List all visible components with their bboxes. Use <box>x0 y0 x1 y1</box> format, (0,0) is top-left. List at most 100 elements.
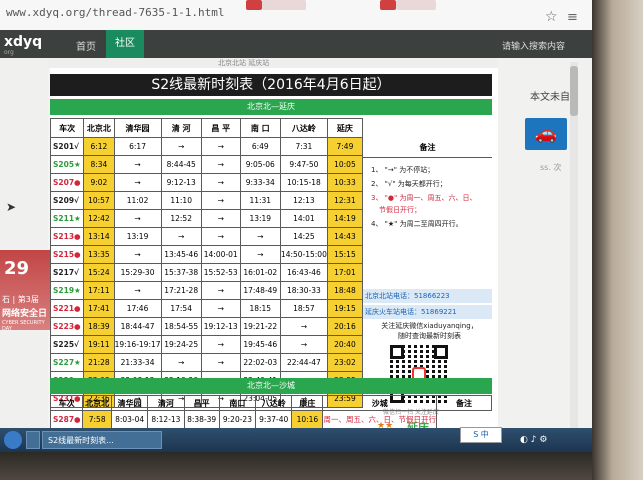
section-header-shacheng: 北京北—沙城 <box>50 378 492 394</box>
star-icon[interactable]: ☆ <box>545 9 558 25</box>
table-cell: 8:12-13 <box>147 410 185 429</box>
site-logo-sub: org <box>4 49 14 56</box>
table-cell: 9:37-40 <box>255 410 293 429</box>
site-nav: xdyq org 首页 社区 请输入搜索内容 <box>0 30 592 58</box>
wechat-line2: 随时查询最新时刻表 <box>398 332 461 340</box>
nav-item-community[interactable]: 社区 <box>106 30 144 58</box>
table-row: S209√ 10:57 11:02 11:10 → 11:31 12:13 12:31 <box>49 191 364 210</box>
table-cell: → <box>200 137 241 156</box>
scrollbar[interactable] <box>570 62 578 432</box>
column-header: 车次 <box>49 395 84 411</box>
tab-icon[interactable] <box>380 0 396 10</box>
table-cell: 17:21-28 <box>160 281 202 300</box>
menu-icon[interactable]: ≡ <box>567 10 578 25</box>
start-button[interactable] <box>4 431 22 449</box>
table-cell: → <box>113 245 162 264</box>
table-row: S207● 9:02 → 9:12-13 → 9:33-34 10:15-18 10:33 <box>49 173 364 192</box>
search-input[interactable]: 请输入搜索内容 <box>502 39 565 52</box>
site-logo[interactable]: xdyq <box>4 34 42 50</box>
scrollbar-thumb[interactable] <box>570 66 578 116</box>
column-header: 清华园 <box>110 395 149 411</box>
table-row: S287● 7:58 8:03-04 8:12-13 8:38-39 9:20-23 9:3… <box>49 410 492 429</box>
ad-line3: CYBER SECURITY DAY <box>2 320 45 332</box>
security-day-ad[interactable]: 29 石 | 第3届 网络安全日 CYBER SECURITY DAY <box>0 250 50 332</box>
table-cell: 12:42 <box>83 209 115 228</box>
table-cell: 10:57 <box>83 191 115 210</box>
monitor-bezel-right <box>592 0 643 480</box>
table-cell: 19:12-13 <box>200 317 241 336</box>
car-icon[interactable]: 🚗 <box>525 118 567 150</box>
table-row: S217√ 15:24 15:29-30 15:37-38 15:52-53 16:01-… <box>49 263 364 282</box>
tab[interactable] <box>396 0 436 10</box>
train-code: S209√ <box>49 191 85 210</box>
table-cell: → <box>239 245 281 264</box>
header-row: 车次 北京北 清华园 清河 昌平 南口 八达岭 康庄 沙城 备注 <box>49 395 493 411</box>
column-header: 清河 <box>147 395 185 411</box>
table-cell: 9:05-06 <box>239 155 281 174</box>
table-cell: 18:44-47 <box>113 317 162 336</box>
taskbar: S2线最新时刻表... ◐ ♪ ⚙ <box>0 428 592 452</box>
phone-yanqing: 延庆火车站电话：51869221 <box>363 305 492 319</box>
ad-line1: 石 | 第3届 <box>2 295 39 304</box>
notes-header: 备注 <box>363 139 492 158</box>
address-bar: www.xdyq.org/thread-7635-1-1.html ☆ ≡ <box>0 0 592 31</box>
wechat-line1: 关注延庆微信xiaduyanqing， <box>381 322 478 330</box>
table-cell: 13:19 <box>113 227 162 246</box>
train-code: S213● <box>49 227 85 246</box>
sidebar-small-text: ss. 次 <box>540 163 562 172</box>
table-row: S227★ 21:28 21:33-34 → → 22:02-03 22:44-47 23:0… <box>49 353 364 372</box>
tab-icon[interactable] <box>246 0 262 10</box>
timetable-image: S2线最新时刻表（2016年4月6日起） 北京北—延庆 车次 北京北 清华园清 河昌… <box>49 68 498 437</box>
table-cell: 22:02-03 <box>239 353 281 372</box>
url-text[interactable]: www.xdyq.org/thread-7635-1-1.html <box>6 6 225 19</box>
column-header: 昌平 <box>183 395 220 411</box>
taskbar-app-icon[interactable] <box>26 431 40 449</box>
table-cell: 10:33 <box>326 173 364 192</box>
train-code: S207● <box>49 173 85 192</box>
table-cell: 7:31 <box>279 137 328 156</box>
note-item: 1、 "→" 为不停站； <box>371 166 435 174</box>
table-cell: 11:31 <box>239 191 281 210</box>
taskbar-task-browser[interactable]: S2线最新时刻表... <box>42 431 162 449</box>
table-cell: 17:01 <box>326 263 364 282</box>
table-cell: 6:49 <box>239 137 281 156</box>
nav-item-home[interactable]: 首页 <box>76 38 96 53</box>
system-tray[interactable]: ◐ ♪ ⚙ <box>520 435 547 445</box>
table-cell: → <box>113 155 162 174</box>
table-cell: 9:12-13 <box>160 173 202 192</box>
table-cell: 19:21-22 <box>239 317 281 336</box>
table-cell: → <box>200 155 241 174</box>
table-cell: 17:11 <box>83 281 115 300</box>
table-cell: 18:48 <box>326 281 364 300</box>
train-code: S201√ <box>49 137 85 156</box>
table-cell: 23:02 <box>326 353 364 372</box>
table-cell: → <box>239 227 281 246</box>
table-cell: 19:24-25 <box>160 335 202 354</box>
table-cell: 18:39 <box>83 317 115 336</box>
table-cell: 17:48-49 <box>239 281 281 300</box>
train-code: S215● <box>49 245 85 264</box>
train-code: S205★ <box>49 155 85 174</box>
ime-badge[interactable]: S 中 <box>460 427 502 443</box>
table-cell: 18:54-55 <box>160 317 202 336</box>
table-cell: 11:02 <box>113 191 162 210</box>
table-cell: 16:01-02 <box>239 263 281 282</box>
table-cell: → <box>200 209 241 228</box>
table-cell: 14:50-15:00 <box>279 245 328 264</box>
note-item: 节假日开行； <box>379 206 421 214</box>
table-cell: → <box>200 173 241 192</box>
table-cell: 7:58 <box>82 410 112 429</box>
table-cell: 22:44-47 <box>279 353 328 372</box>
table-cell: 12:13 <box>279 191 328 210</box>
table-cell: → <box>200 227 241 246</box>
table-cell: 13:19 <box>239 209 281 228</box>
column-header: 延庆 <box>326 118 364 138</box>
column-header: 八达岭 <box>279 118 328 138</box>
note-item: 3、 "●" 为周一、周五、六、日、 <box>371 194 477 202</box>
table-cell: 21:28 <box>83 353 115 372</box>
tab[interactable] <box>262 0 306 10</box>
table-row: S213● 13:14 13:19 → → → 14:25 14:43 <box>49 227 364 246</box>
column-header: 北京北 <box>83 118 115 138</box>
phone-beijingbei: 北京北站电话：51866223 <box>363 289 492 303</box>
timetable-yanqing: 车次 北京北 清华园清 河昌 平南 口八达岭 延庆 S201√ 6:12 6:17 → → 6:… <box>49 118 364 408</box>
